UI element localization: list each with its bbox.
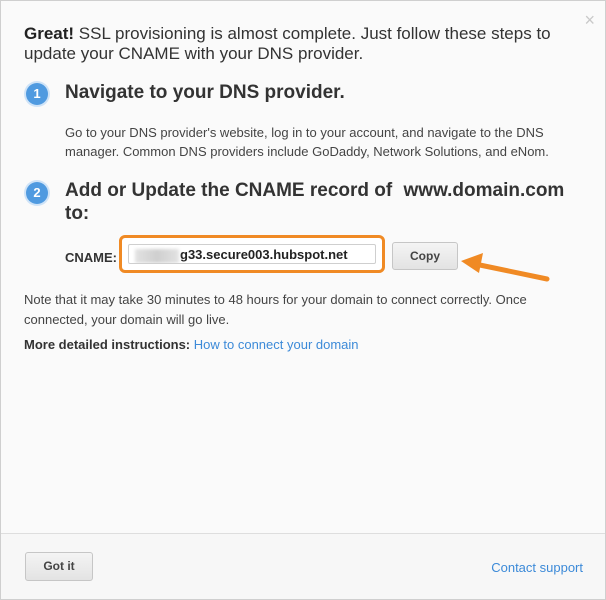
annotation-arrow-icon xyxy=(461,253,550,282)
more-instructions: More detailed instructions: How to conne… xyxy=(24,337,359,352)
step-1-title: Navigate to your DNS provider. xyxy=(65,82,345,103)
redacted-blur xyxy=(135,248,179,263)
intro-bold: Great! xyxy=(24,24,75,43)
step-1-description: Go to your DNS provider's website, log i… xyxy=(65,125,549,159)
cname-label: CNAME: xyxy=(65,250,117,265)
step-2-domain: www.domain.com xyxy=(403,180,565,201)
cname-highlight: g33.secure003.hubspot.net xyxy=(119,235,385,273)
intro-body: SSL provisioning is almost complete. Jus… xyxy=(24,24,551,63)
step-2-title-text: Add or Update the CNAME record of xyxy=(65,180,393,201)
step-2-badge: 2 xyxy=(26,182,48,204)
more-label: More detailed instructions: xyxy=(24,337,191,352)
intro-text: Great! SSL provisioning is almost comple… xyxy=(24,24,564,64)
got-it-button[interactable]: Got it xyxy=(25,552,93,581)
step-2-title: Add or Update the CNAME record of www.do… xyxy=(65,180,564,202)
cname-input[interactable]: g33.secure003.hubspot.net xyxy=(128,244,376,264)
contact-support-link[interactable]: Contact support xyxy=(491,560,583,575)
step-1-badge: 1 xyxy=(26,83,48,105)
step-2-title-line2: to: xyxy=(65,203,90,224)
propagation-note: Note that it may take 30 minutes to 48 h… xyxy=(24,292,527,327)
copy-button[interactable]: Copy xyxy=(392,242,458,270)
cname-value: g33.secure003.hubspot.net xyxy=(180,247,348,262)
ssl-dialog: × Great! SSL provisioning is almost comp… xyxy=(0,0,606,600)
connect-domain-link[interactable]: How to connect your domain xyxy=(194,337,359,352)
close-icon[interactable]: × xyxy=(584,11,595,29)
